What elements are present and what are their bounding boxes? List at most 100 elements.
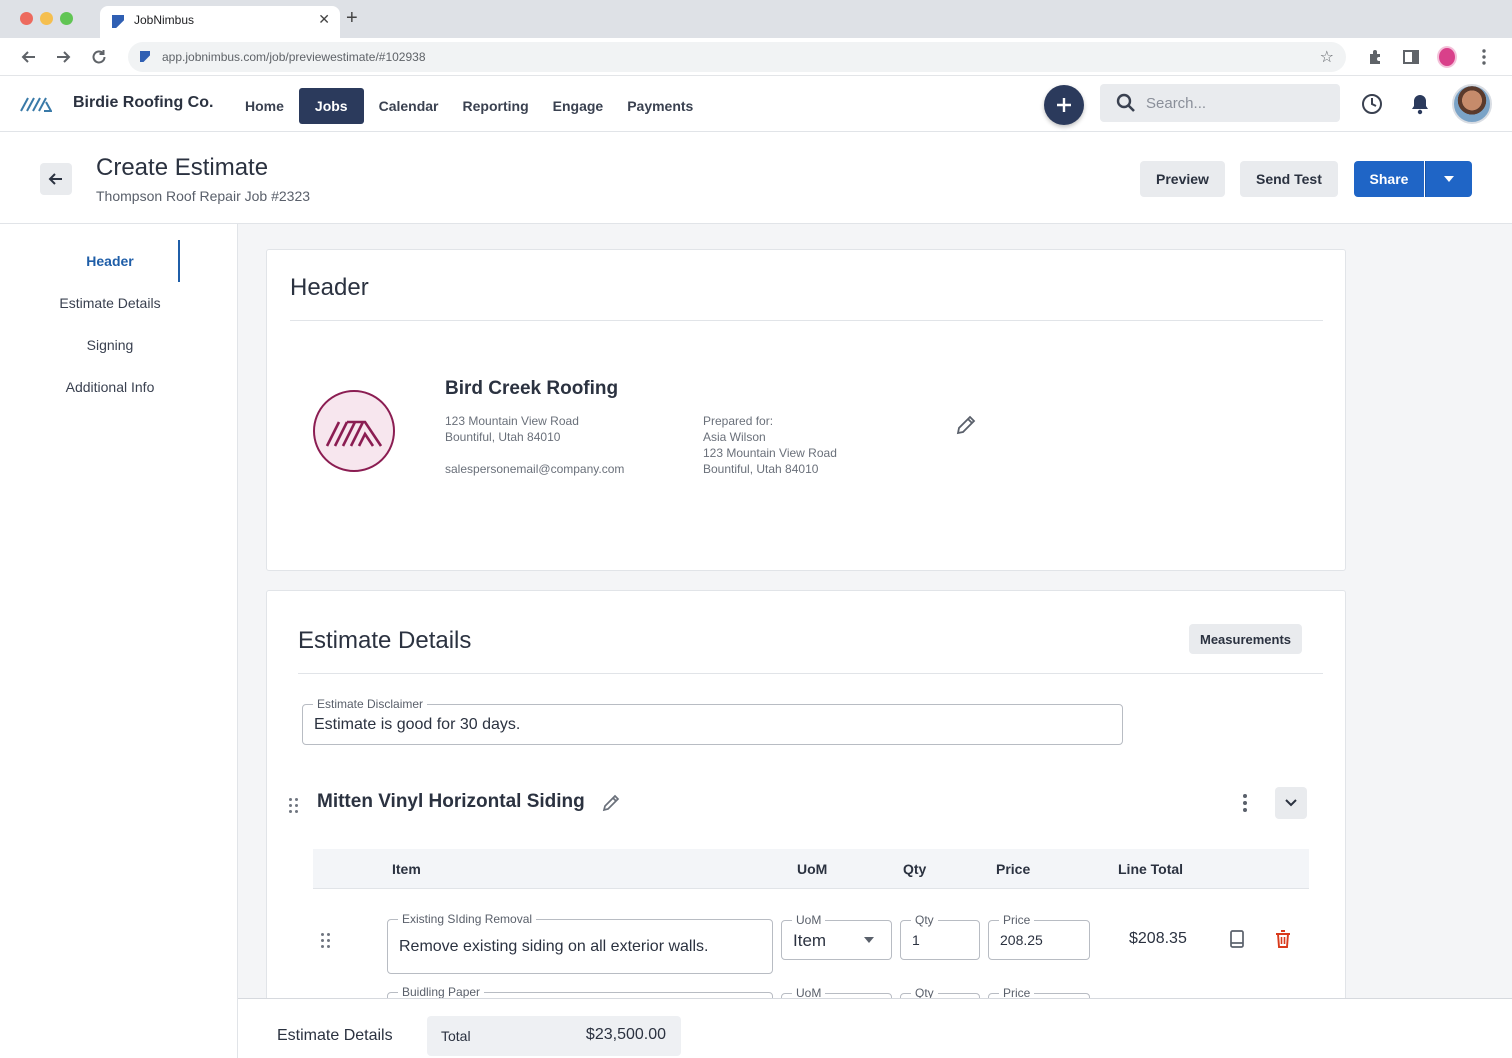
- disclaimer-value: Estimate is good for 30 days.: [314, 716, 521, 733]
- bookmark-star-icon[interactable]: ☆: [1320, 47, 1334, 67]
- line-total-value: $208.35: [1129, 930, 1187, 947]
- create-new-button[interactable]: [1044, 85, 1084, 125]
- window-close-button[interactable]: [20, 12, 33, 25]
- section-drag-handle-icon[interactable]: [289, 798, 298, 813]
- column-item: Item: [392, 861, 421, 877]
- tab-title: JobNimbus: [134, 13, 195, 27]
- page-header: Create Estimate Thompson Roof Repair Job…: [0, 132, 1512, 224]
- notifications-bell-icon[interactable]: [1408, 92, 1432, 116]
- brand-name[interactable]: Birdie Roofing Co.: [73, 94, 213, 112]
- total-box: Total $23,500.00: [427, 1016, 681, 1056]
- item-label: Existing SIding Removal: [398, 912, 537, 926]
- user-avatar[interactable]: [1452, 84, 1492, 124]
- client-address-line2: Bountiful, Utah 84010: [703, 462, 819, 476]
- nav-jobs[interactable]: Jobs: [298, 88, 364, 124]
- share-options-dropdown[interactable]: [1425, 161, 1472, 197]
- close-tab-icon[interactable]: ✕: [318, 11, 330, 28]
- nav-home[interactable]: Home: [236, 88, 293, 124]
- column-uom: UoM: [797, 861, 828, 877]
- new-tab-icon[interactable]: +: [346, 8, 358, 28]
- site-favicon-icon: [140, 51, 150, 62]
- section-sidebar: Header Estimate Details Signing Addition…: [0, 224, 238, 1058]
- estimate-summary-bar: Estimate Details Total $23,500.00: [238, 998, 1512, 1058]
- side-panel-icon[interactable]: [1401, 47, 1421, 67]
- nav-payments[interactable]: Payments: [618, 88, 702, 124]
- company-address-line2: Bountiful, Utah 84010: [445, 430, 561, 444]
- caret-down-icon: [1444, 176, 1454, 182]
- sidebar-item-signing[interactable]: Signing: [0, 337, 220, 353]
- header-divider: [290, 320, 1323, 321]
- price-field[interactable]: Price 208.25: [988, 913, 1090, 960]
- edit-section-pencil-icon[interactable]: [601, 793, 621, 818]
- collapse-section-button[interactable]: [1275, 787, 1307, 819]
- company-email: salespersonemail@company.com: [445, 462, 625, 476]
- price-value: 208.25: [1000, 932, 1043, 948]
- app-header: Birdie Roofing Co. Home Jobs Calendar Re…: [0, 76, 1512, 132]
- catalog-book-icon[interactable]: [1227, 929, 1247, 954]
- address-bar[interactable]: app.jobnimbus.com/job/previewestimate/#1…: [128, 42, 1346, 72]
- browser-toolbar: app.jobnimbus.com/job/previewestimate/#1…: [0, 38, 1512, 76]
- estimate-disclaimer-field[interactable]: Estimate Disclaimer Estimate is good for…: [302, 697, 1123, 745]
- global-search[interactable]: [1100, 84, 1340, 122]
- estimate-divider: [298, 673, 1323, 674]
- edit-header-pencil-icon[interactable]: [955, 414, 977, 441]
- caret-down-icon: [864, 937, 874, 943]
- price-label: Price: [999, 913, 1035, 927]
- chevron-down-icon: [1285, 799, 1297, 807]
- uom-select[interactable]: UoM Item: [781, 913, 892, 960]
- qty-field[interactable]: Qty 1: [900, 913, 980, 960]
- client-address-line1: 123 Mountain View Road: [703, 446, 837, 460]
- reload-icon[interactable]: [88, 46, 110, 68]
- column-line-total: Line Total: [1118, 861, 1184, 877]
- forward-arrow-icon[interactable]: [52, 46, 74, 68]
- client-name: Asia Wilson: [703, 430, 766, 444]
- disclaimer-label: Estimate Disclaimer: [313, 697, 428, 711]
- profile-extension-icon[interactable]: [1437, 46, 1457, 68]
- page-title: Create Estimate: [96, 154, 269, 181]
- browser-tab-bar: JobNimbus ✕ +: [0, 0, 1512, 38]
- item-label: Buidling Paper: [398, 985, 485, 999]
- header-card-title: Header: [290, 274, 369, 301]
- column-price: Price: [996, 861, 1031, 877]
- nav-reporting[interactable]: Reporting: [454, 88, 538, 124]
- page-subtitle: Thompson Roof Repair Job #2323: [96, 188, 311, 204]
- qty-value: 1: [912, 932, 920, 948]
- uom-value: Item: [793, 931, 827, 950]
- sidebar-item-header[interactable]: Header: [0, 253, 220, 269]
- header-card: Header Bird Creek Roofing 123 Mountain V…: [266, 249, 1346, 571]
- preview-button[interactable]: Preview: [1140, 161, 1225, 197]
- uom-label: UoM: [792, 913, 826, 927]
- back-arrow-icon[interactable]: [18, 46, 40, 68]
- browser-menu-icon[interactable]: [1474, 47, 1494, 67]
- nav-engage[interactable]: Engage: [544, 88, 613, 124]
- sidebar-item-estimate-details[interactable]: Estimate Details: [0, 295, 220, 311]
- item-description-field[interactable]: Existing SIding Removal Remove existing …: [387, 912, 773, 974]
- brand-logo-icon[interactable]: [20, 96, 53, 117]
- estimate-details-card: Estimate Details Measurements Estimate D…: [266, 590, 1346, 1033]
- section-title: Mitten Vinyl Horizontal Siding: [317, 791, 585, 812]
- roof-logo-icon: [325, 420, 383, 447]
- history-clock-icon[interactable]: [1360, 92, 1384, 116]
- section-more-options-icon[interactable]: [1243, 794, 1247, 812]
- sidebar-item-additional-info[interactable]: Additional Info: [0, 379, 220, 395]
- browser-tab[interactable]: JobNimbus ✕: [100, 6, 340, 38]
- window-maximize-button[interactable]: [60, 12, 73, 25]
- prepared-for-label: Prepared for:: [703, 414, 774, 428]
- column-qty: Qty: [903, 861, 927, 877]
- row-drag-handle-icon[interactable]: [321, 933, 330, 948]
- nav-calendar[interactable]: Calendar: [370, 88, 448, 124]
- send-test-button[interactable]: Send Test: [1240, 161, 1338, 197]
- total-value: $23,500.00: [585, 1026, 666, 1043]
- share-button[interactable]: Share: [1354, 161, 1424, 197]
- window-minimize-button[interactable]: [40, 12, 53, 25]
- main-navigation: Home Jobs Calendar Reporting Engage Paym…: [236, 88, 708, 124]
- delete-trash-icon[interactable]: [1273, 929, 1293, 954]
- qty-label: Qty: [911, 913, 938, 927]
- item-description-value: Remove existing siding on all exterior w…: [399, 938, 709, 955]
- search-input[interactable]: [1146, 92, 1326, 114]
- extensions-puzzle-icon[interactable]: [1366, 47, 1386, 67]
- measurements-button[interactable]: Measurements: [1189, 624, 1303, 654]
- back-button[interactable]: [40, 163, 72, 195]
- arrow-left-icon: [48, 173, 62, 185]
- plus-icon: [1057, 98, 1071, 112]
